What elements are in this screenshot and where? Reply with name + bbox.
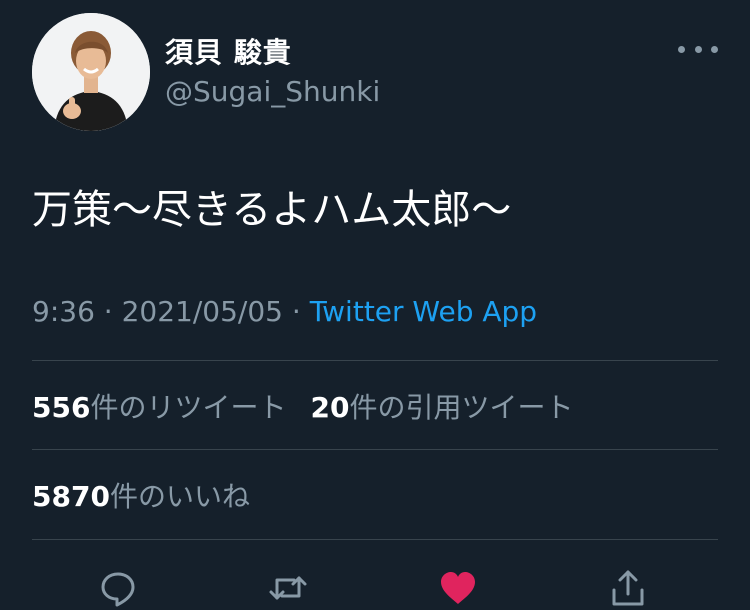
meta-separator: · [94, 295, 122, 328]
like-label: 件のいいね [109, 480, 250, 513]
tweet-text: 万策〜尽きるよハム太郎〜 [32, 187, 512, 233]
divider [32, 539, 718, 540]
tweet-header: 須貝 駿貴 @Sugai_Shunki [32, 13, 718, 133]
divider [32, 449, 718, 450]
tweet-date[interactable]: 2021/05/05 [122, 295, 283, 328]
dot [711, 45, 718, 53]
display-name[interactable]: 須貝 駿貴 [165, 31, 292, 71]
tweet-meta: 9:36 · 2021/05/05 · Twitter Web App [32, 293, 537, 331]
dot [678, 45, 685, 53]
retweet-stats: 556件のリツイート 20件の引用ツイート [32, 390, 573, 426]
retweets-link[interactable]: 556件のリツイート [32, 391, 286, 424]
user-handle[interactable]: @Sugai_Shunki [165, 75, 380, 108]
reply-icon[interactable] [98, 568, 138, 608]
quote-count: 20 [310, 391, 350, 424]
like-count: 5870 [32, 480, 110, 513]
retweet-icon[interactable] [268, 568, 308, 608]
retweet-label: 件のリツイート [90, 391, 287, 424]
retweet-count: 556 [32, 391, 91, 424]
tweet-time[interactable]: 9:36 [32, 295, 95, 328]
like-stats: 5870件のいいね [32, 479, 250, 515]
heart-icon[interactable] [438, 568, 478, 608]
more-options-icon[interactable] [678, 39, 718, 59]
person-avatar-icon[interactable] [32, 13, 150, 131]
dot [694, 45, 702, 53]
share-icon[interactable] [608, 568, 648, 608]
quote-label: 件の引用ツイート [349, 391, 574, 424]
divider [32, 360, 718, 361]
tweet-source-link[interactable]: Twitter Web App [310, 295, 537, 328]
meta-separator: · [282, 295, 310, 328]
likes-link[interactable]: 5870件のいいね [32, 480, 250, 513]
quotes-link[interactable]: 20件の引用ツイート [310, 391, 573, 424]
action-bar [0, 560, 750, 610]
